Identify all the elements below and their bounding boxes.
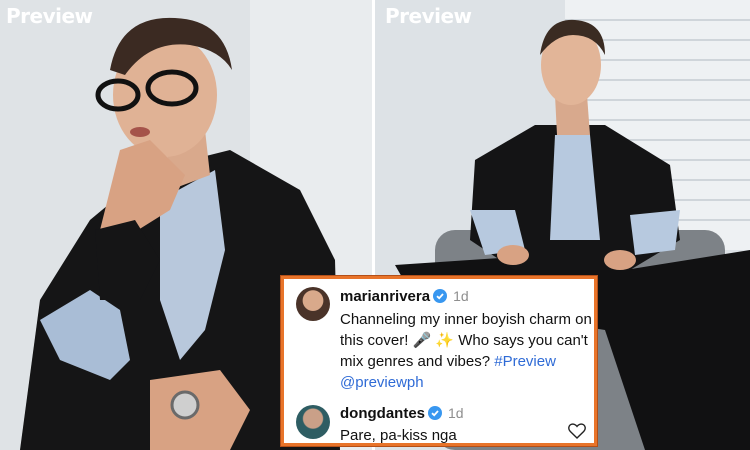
brand-logo-left: Preview	[6, 4, 93, 28]
comment-fragment: Who says you can't	[454, 332, 588, 349]
comments-panel: marianrivera 1d Channeling my inner boyis…	[281, 276, 597, 446]
hashtag-link[interactable]: #Preview	[494, 353, 556, 370]
comment-username[interactable]: marianrivera	[340, 288, 430, 305]
comment-time: 1d	[448, 405, 464, 421]
comment-text: Pare, pa-kiss nga	[340, 427, 457, 444]
verified-badge-icon	[433, 289, 448, 308]
emoji: 🎤 ✨	[412, 332, 455, 349]
comment-time: 1d	[453, 288, 469, 304]
comment-line: this cover! 🎤 ✨ Who says you can't	[340, 330, 590, 351]
comment-username[interactable]: dongdantes	[340, 405, 425, 422]
comment-text: Channeling my inner boyish charm on this…	[340, 309, 592, 393]
avatar[interactable]	[296, 405, 330, 439]
brand-logo-right: Preview	[385, 4, 472, 28]
comment-fragment: mix genres and vibes?	[340, 353, 495, 370]
mention-link[interactable]: @previewph	[340, 372, 590, 393]
heart-icon[interactable]	[568, 423, 586, 444]
comment-fragment: this cover!	[340, 332, 413, 349]
verified-badge-icon	[428, 406, 442, 425]
avatar[interactable]	[296, 287, 330, 321]
comment-line: mix genres and vibes? #Preview	[340, 351, 590, 372]
comment-line: Channeling my inner boyish charm on	[340, 311, 592, 328]
